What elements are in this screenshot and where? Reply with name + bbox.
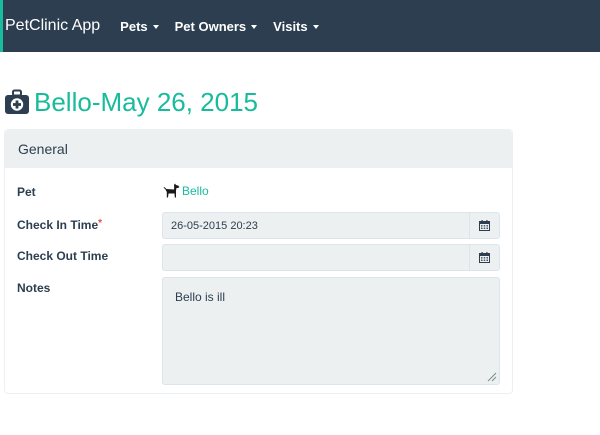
page-header: Bello-May 26, 2015 <box>4 86 258 118</box>
caret-down-icon <box>251 24 258 29</box>
calendar-icon <box>479 220 490 231</box>
brand-link[interactable]: PetClinic App <box>5 17 100 35</box>
required-marker: * <box>98 218 103 229</box>
pet-label: Pet <box>17 185 36 199</box>
dog-icon <box>163 183 180 198</box>
check-out-input-group <box>162 244 500 271</box>
nav-visits-label: Visits <box>273 18 308 34</box>
check-out-time-input[interactable] <box>163 245 469 270</box>
check-in-calendar-button[interactable] <box>469 213 499 238</box>
check-in-label: Check In Time* <box>17 218 102 232</box>
pet-name: Bello <box>182 184 209 198</box>
nav-visits-dropdown[interactable]: Visits <box>273 18 319 34</box>
notes-text: Bello is ill <box>175 290 226 304</box>
nav-pet-owners-label: Pet Owners <box>174 18 247 34</box>
check-out-label: Check Out Time <box>17 249 109 263</box>
general-panel: General Pet Bello Check In Time* 26-05-2… <box>4 129 513 394</box>
nav-pets-label: Pets <box>120 18 148 34</box>
notes-label: Notes <box>17 281 51 295</box>
page-title: Bello-May 26, 2015 <box>34 86 259 117</box>
panel-heading: General <box>5 130 512 168</box>
notes-textarea[interactable]: Bello is ill <box>162 277 500 385</box>
nav-pets-dropdown[interactable]: Pets <box>120 18 159 34</box>
check-out-calendar-button[interactable] <box>469 245 499 270</box>
navbar: PetClinic App Pets Pet Owners Visits <box>0 0 600 52</box>
check-in-input-group: 26-05-2015 20:23 <box>162 212 500 239</box>
calendar-icon <box>479 252 490 263</box>
pet-link[interactable]: Bello <box>163 183 209 199</box>
nav-pet-owners-dropdown[interactable]: Pet Owners <box>175 19 258 34</box>
panel-heading-label: General <box>18 141 68 157</box>
caret-down-icon <box>152 24 159 29</box>
check-in-label-text: Check In Time <box>17 218 99 232</box>
medkit-icon <box>5 89 29 114</box>
check-in-time-input[interactable]: 26-05-2015 20:23 <box>163 213 469 238</box>
resize-handle-icon[interactable] <box>485 370 497 382</box>
caret-down-icon <box>312 24 319 29</box>
